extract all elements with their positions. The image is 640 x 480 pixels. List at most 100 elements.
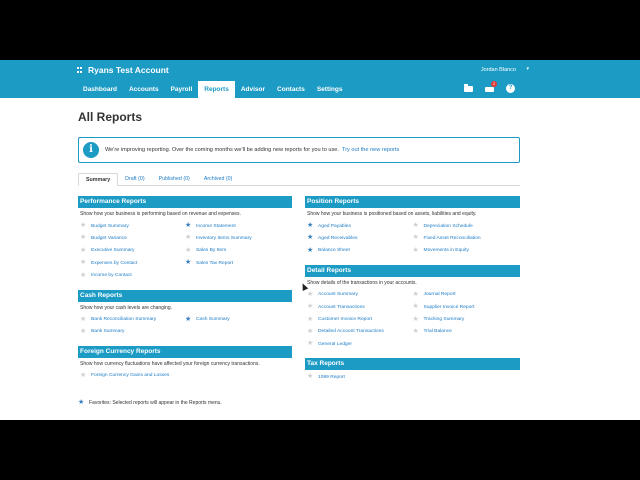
star-icon[interactable]: ★	[413, 291, 422, 299]
star-icon[interactable]: ★	[307, 291, 316, 299]
star-icon[interactable]: ★	[413, 247, 422, 255]
star-icon[interactable]: ★	[80, 328, 89, 336]
star-icon[interactable]: ★	[185, 247, 194, 255]
report-link[interactable]: Foreign Currency Gains and Losses	[91, 373, 169, 378]
star-icon[interactable]: ★	[413, 316, 422, 324]
star-icon[interactable]: ★	[307, 328, 316, 336]
star-icon[interactable]: ★	[413, 222, 422, 230]
favorite-star-icon[interactable]: ★	[185, 259, 194, 267]
favorites-note: Favorites: Selected reports will appear …	[89, 400, 222, 406]
nav-tab-contacts[interactable]: Contacts	[271, 81, 311, 98]
section-title: Detail Reports	[305, 264, 520, 277]
star-icon[interactable]: ★	[80, 234, 89, 242]
report-link[interactable]: Inventory Items Summary	[196, 236, 252, 241]
report-link[interactable]: Customer Invoice Report	[318, 317, 372, 322]
star-icon[interactable]: ★	[307, 373, 316, 381]
nav-tab-settings[interactable]: Settings	[311, 81, 349, 98]
report-list: ★ Foreign Currency Gains and Losses	[78, 369, 292, 384]
tab-summary[interactable]: Summary	[78, 173, 119, 186]
report-link[interactable]: Budget Summary	[91, 224, 129, 229]
nav-tab-advisor[interactable]: Advisor	[235, 81, 271, 98]
tab-archived-0[interactable]: Archived (0)	[197, 173, 240, 186]
report-link[interactable]: Trial Balance	[424, 329, 452, 334]
tab-draft-0[interactable]: Draft (0)	[118, 173, 151, 186]
report-link[interactable]: Tracking Summary	[424, 317, 465, 322]
report-list: ★ 1099 Report	[305, 370, 520, 385]
report-link[interactable]: Detailed Account Transactions	[318, 329, 384, 334]
user-menu[interactable]: Jordan Blanco	[481, 67, 516, 73]
report-item-customer-invoice-report: ★ Customer Invoice Report	[307, 315, 413, 325]
report-link[interactable]: Account Transactions	[318, 305, 365, 310]
report-item-bank-summary: ★ Bank Summary	[80, 327, 185, 337]
report-link[interactable]: Income by Contact	[91, 273, 132, 278]
section-foreign-currency-reports: Foreign Currency Reports Show how currenc…	[78, 345, 292, 384]
star-icon: ★	[78, 399, 85, 406]
star-icon[interactable]: ★	[413, 303, 422, 311]
report-link[interactable]: Executive Summary	[91, 248, 135, 253]
star-icon[interactable]: ★	[80, 222, 89, 230]
report-item-budget-summary: ★ Budget Summary	[80, 221, 185, 231]
nav-tab-payroll[interactable]: Payroll	[165, 81, 199, 98]
account-switcher[interactable]: Ryans Test Account	[77, 65, 169, 75]
star-icon[interactable]: ★	[80, 259, 89, 267]
report-link[interactable]: General Ledger	[318, 342, 352, 347]
section-description: Show how currency fluctuations have affe…	[80, 360, 260, 367]
star-icon[interactable]: ★	[307, 303, 316, 311]
section-position-reports: Position Reports Show how your business i…	[305, 196, 520, 259]
report-link[interactable]: Sales By Item	[196, 248, 226, 253]
chevron-down-icon[interactable]: ▾	[526, 66, 529, 72]
help-icon[interactable]: ?	[506, 84, 515, 93]
apps-grid-icon	[77, 67, 83, 73]
report-link[interactable]: Bank Summary	[91, 329, 124, 334]
nav-tab-reports[interactable]: Reports	[198, 81, 235, 98]
report-link[interactable]: Supplier Invoice Report	[424, 305, 475, 310]
star-icon[interactable]: ★	[80, 372, 89, 380]
folder-icon[interactable]	[464, 84, 473, 93]
report-link[interactable]: Fixed Asset Reconciliation	[424, 236, 481, 241]
report-link[interactable]: Aged Payables	[318, 224, 351, 229]
star-icon[interactable]: ★	[80, 272, 89, 280]
report-list: ★ Aged Payables ★ Depreciation Schedule ★ Age…	[305, 219, 520, 259]
star-icon[interactable]: ★	[80, 247, 89, 255]
nav-tab-dashboard[interactable]: Dashboard	[77, 81, 123, 98]
report-link[interactable]: Sales Tax Report	[196, 261, 233, 266]
info-notice: i We're improving reporting. Over the co…	[78, 137, 520, 163]
report-link[interactable]: Balance Sheet	[318, 248, 350, 253]
account-name: Ryans Test Account	[88, 65, 169, 75]
top-icons: 2 ?	[464, 81, 515, 93]
report-link[interactable]: Income Statement	[196, 224, 236, 229]
report-item-account-summary: ★ Account Summary	[307, 290, 413, 300]
report-link[interactable]: Budget Variance	[91, 236, 127, 241]
report-item-account-transactions: ★ Account Transactions	[307, 302, 413, 312]
star-icon[interactable]: ★	[185, 234, 194, 242]
report-item-executive-summary: ★ Executive Summary	[80, 246, 185, 256]
favorite-star-icon[interactable]: ★	[307, 222, 316, 230]
try-new-reports-link[interactable]: Try out the new reports	[342, 147, 399, 153]
favorite-star-icon[interactable]: ★	[185, 222, 194, 230]
report-list: ★ Budget Summary ★ Income Statement ★ Budget …	[78, 219, 292, 284]
favorite-star-icon[interactable]: ★	[185, 316, 194, 324]
report-link[interactable]: Movements in Equity	[424, 248, 469, 253]
star-icon[interactable]: ★	[307, 340, 316, 348]
nav-tab-accounts[interactable]: Accounts	[123, 81, 165, 98]
star-icon[interactable]: ★	[307, 316, 316, 324]
report-link[interactable]: Expenses by Contact	[91, 261, 137, 266]
report-link[interactable]: Aged Receivables	[318, 236, 357, 241]
report-link[interactable]: Depreciation Schedule	[424, 224, 473, 229]
inbox-icon[interactable]: 2	[485, 81, 497, 93]
report-link[interactable]: Account Summary	[318, 292, 358, 297]
star-icon[interactable]: ★	[413, 234, 422, 242]
report-link[interactable]: Bank Reconciliation Summary	[91, 317, 156, 322]
star-icon[interactable]: ★	[413, 328, 422, 336]
report-link[interactable]: Journal Report	[424, 292, 456, 297]
section-title: Position Reports	[305, 196, 520, 208]
favorite-star-icon[interactable]: ★	[307, 234, 316, 242]
notification-badge: 2	[491, 81, 497, 87]
report-item-movements-in-equity: ★ Movements in Equity	[413, 246, 519, 256]
favorite-star-icon[interactable]: ★	[307, 247, 316, 255]
star-icon[interactable]: ★	[80, 316, 89, 324]
report-item-foreign-currency-gains-and-losses: ★ Foreign Currency Gains and Losses	[80, 371, 185, 381]
report-link[interactable]: Cash Summary	[196, 317, 230, 322]
tab-published-0[interactable]: Published (0)	[152, 173, 197, 186]
report-link[interactable]: 1099 Report	[318, 375, 345, 380]
